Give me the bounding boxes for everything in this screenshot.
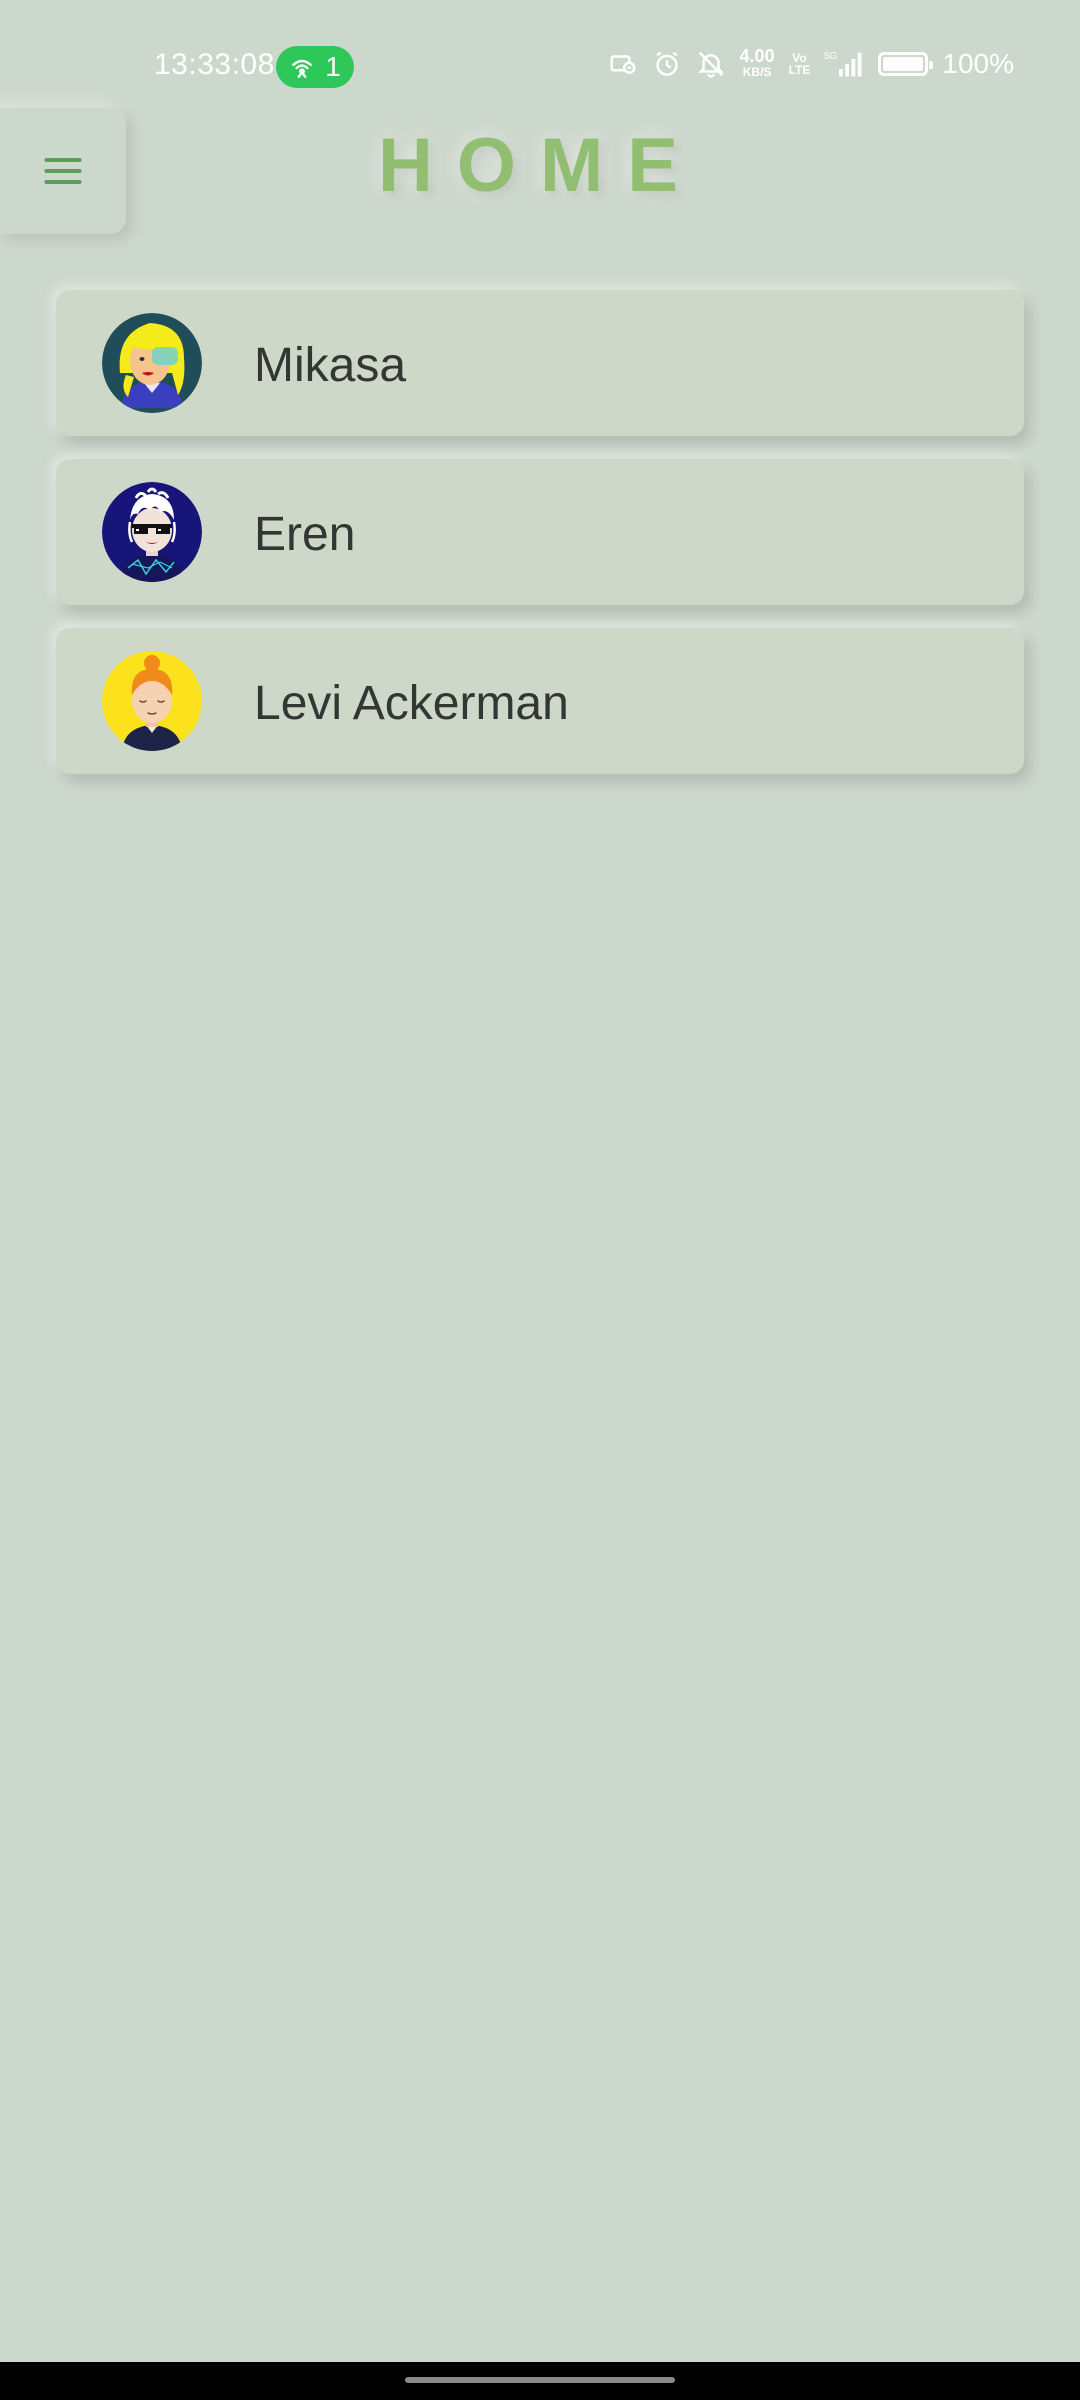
net-speed-value: 4.00 (739, 46, 775, 66)
alarm-icon (655, 51, 678, 76)
contact-item-levi-ackerman[interactable]: Levi Ackerman (56, 628, 1024, 774)
contact-name: Mikasa (254, 339, 407, 392)
contact-item-eren[interactable]: Eren (56, 459, 1024, 605)
battery-percent: 100% (942, 48, 1014, 79)
signal-label: 5G (824, 51, 838, 62)
avatar-pixel-sunglasses-icon (102, 482, 202, 582)
net-speed: 4.00 KB/S (739, 46, 775, 80)
status-icons: 4.00 KB/S Vo LTE 5G 100% (608, 46, 1014, 80)
volte-bottom: LTE (788, 63, 811, 77)
home-indicator[interactable] (405, 2377, 675, 2383)
battery-icon (878, 52, 934, 76)
hotspot-count: 1 (325, 51, 341, 82)
page-title: HOME (378, 123, 702, 208)
contact-name: Levi Ackerman (254, 677, 569, 730)
mute-icon (697, 51, 724, 78)
signal-icon: 5G (824, 51, 862, 77)
avatar-blonde-woman-icon (102, 313, 202, 413)
avatar-orange-hair-bun-icon (102, 651, 202, 751)
contact-list: Mikasa Eren Levi Ackerman (56, 290, 1024, 797)
contact-name: Eren (254, 508, 356, 561)
cast-icon (610, 55, 636, 74)
status-bar: 13:33:08 1 4.00 KB/S Vo LTE 5G 100% (0, 0, 1080, 136)
hotspot-icon (292, 59, 313, 78)
battery-fill (883, 57, 924, 71)
navigation-bar (0, 2362, 1080, 2400)
contact-item-mikasa[interactable]: Mikasa (56, 290, 1024, 436)
net-speed-unit: KB/S (742, 65, 772, 79)
volte-indicator: Vo LTE (789, 52, 811, 76)
hotspot-indicator[interactable]: 1 (276, 46, 354, 88)
status-time: 13:33:08 (154, 48, 275, 81)
